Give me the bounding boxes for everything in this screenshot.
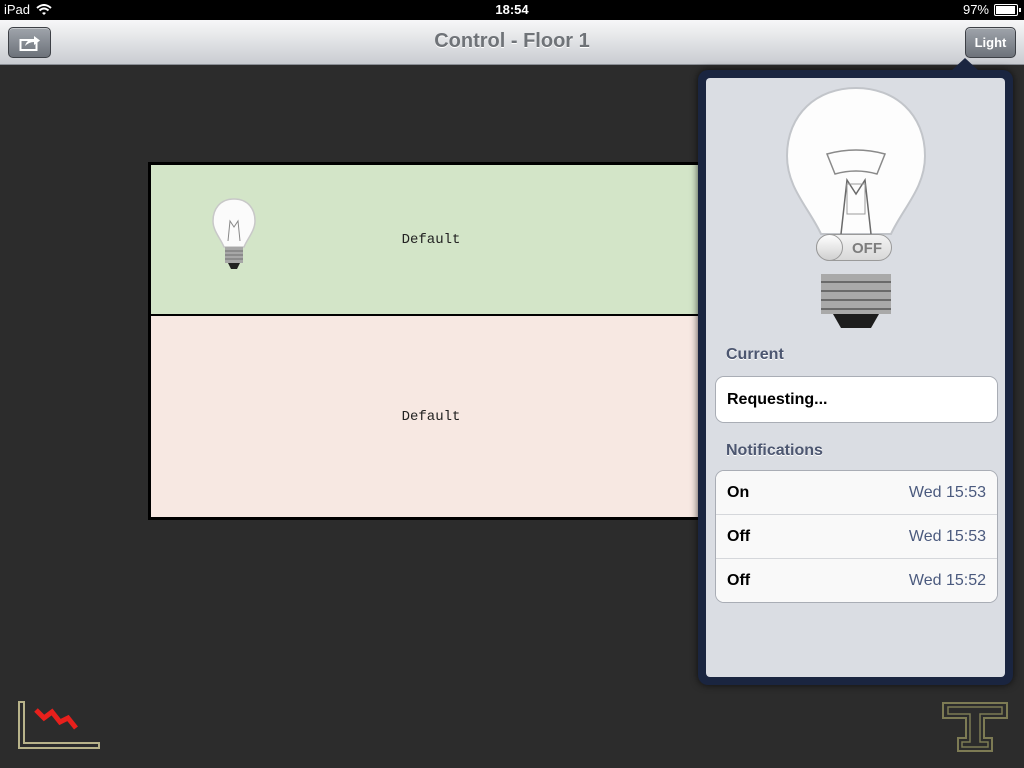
- notification-state: Off: [727, 571, 751, 589]
- popover-arrow: [951, 58, 979, 71]
- battery-icon: [994, 3, 1021, 16]
- notification-time: Wed 15:52: [908, 571, 986, 589]
- list-item[interactable]: Off Wed 15:53: [716, 515, 997, 559]
- zone-default-bottom[interactable]: Default: [151, 316, 711, 517]
- lightbulb-icon: [785, 86, 927, 328]
- notification-time: Wed 15:53: [908, 483, 986, 501]
- zone-label: Default: [401, 231, 461, 248]
- text-tool-icon[interactable]: [940, 700, 1010, 754]
- current-value: Requesting...: [727, 390, 828, 408]
- clock: 18:54: [495, 2, 529, 17]
- light-button[interactable]: Light: [965, 27, 1016, 58]
- light-toggle[interactable]: OFF: [816, 234, 892, 261]
- chart-icon[interactable]: [16, 700, 102, 752]
- current-header: Current: [726, 346, 784, 363]
- zone-default-top[interactable]: Default: [151, 165, 711, 316]
- page-title: Control - Floor 1: [434, 30, 590, 52]
- notification-state: Off: [727, 527, 751, 545]
- current-group: Requesting...: [715, 376, 998, 423]
- notifications-list: On Wed 15:53 Off Wed 15:53 Off Wed 15:52: [715, 470, 998, 603]
- navigation-bar: Control - Floor 1 Light: [0, 20, 1024, 65]
- status-bar: iPad 18:54 97%: [0, 0, 1024, 20]
- list-item[interactable]: Off Wed 15:52: [716, 559, 997, 602]
- notifications-header: Notifications: [726, 442, 823, 459]
- notification-time: Wed 15:53: [908, 527, 986, 545]
- lightbulb-icon[interactable]: [211, 197, 257, 275]
- toggle-state-label: OFF: [852, 240, 882, 257]
- list-item[interactable]: On Wed 15:53: [716, 471, 997, 515]
- popover-content: OFF Current Requesting... Notifications …: [706, 78, 1005, 677]
- current-value-cell: Requesting...: [716, 377, 997, 422]
- notification-state: On: [727, 483, 750, 501]
- zone-label: Default: [401, 408, 461, 425]
- floor-plan: Default Default: [148, 162, 714, 520]
- light-popover: OFF Current Requesting... Notifications …: [698, 58, 1013, 685]
- toggle-knob[interactable]: [816, 234, 843, 261]
- battery-percent: 97%: [962, 2, 989, 17]
